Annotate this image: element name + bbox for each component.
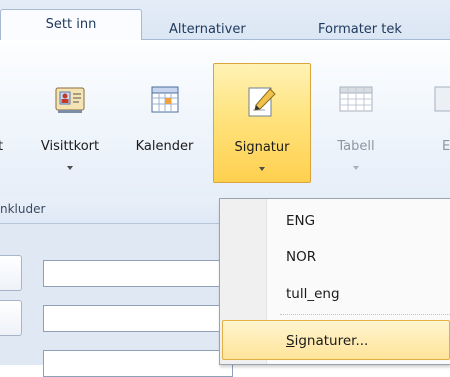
signatur-label: Signatur bbox=[234, 140, 290, 155]
group-label-inkluder: nkluder bbox=[0, 202, 46, 216]
menu-item-label: Signaturer... bbox=[286, 333, 368, 349]
menu-item-signaturer[interactable]: Signaturer... bbox=[222, 320, 450, 360]
picture-label: E bbox=[442, 139, 450, 154]
kalender-label: Kalender bbox=[135, 139, 194, 154]
table-icon bbox=[338, 84, 374, 118]
visittkort-label: Visittkort bbox=[40, 139, 100, 154]
business-card-icon bbox=[53, 84, 87, 118]
tabell-button[interactable]: Tabell bbox=[320, 63, 392, 183]
kalender-button[interactable]: Kalender bbox=[117, 63, 212, 183]
dropdown-arrow-icon bbox=[259, 167, 265, 171]
menu-item-label: tull_eng bbox=[286, 286, 340, 302]
menu-item-label-rest: ignaturer... bbox=[294, 333, 369, 349]
ribbon-button-label: t bbox=[0, 139, 4, 154]
visittkort-button[interactable]: Visittkort bbox=[24, 63, 116, 183]
signatur-button[interactable]: Signatur bbox=[213, 63, 311, 183]
menu-item-tull-eng[interactable]: tull_eng bbox=[220, 276, 450, 312]
menu-item-label: ENG bbox=[286, 213, 316, 229]
dropdown-arrow-icon bbox=[353, 166, 359, 170]
cc-field[interactable] bbox=[43, 305, 233, 332]
signature-icon bbox=[245, 85, 279, 123]
menu-item-eng[interactable]: ENG bbox=[220, 203, 450, 239]
menu-item-nor[interactable]: NOR bbox=[220, 239, 450, 275]
ribbon-tab-bar: Sett inn Alternativer Formater tek bbox=[0, 0, 450, 40]
calendar-icon bbox=[149, 84, 181, 118]
picture-icon bbox=[433, 84, 450, 118]
subject-field[interactable] bbox=[43, 350, 233, 377]
tab-formater-tekst[interactable]: Formater tek bbox=[318, 22, 402, 37]
cc-button[interactable] bbox=[0, 300, 22, 336]
tabell-label: Tabell bbox=[337, 139, 375, 154]
signature-dropdown-menu: ENG NOR tull_eng Signaturer... bbox=[219, 198, 450, 365]
menu-item-label: NOR bbox=[286, 249, 317, 265]
dropdown-arrow-icon bbox=[67, 166, 73, 170]
tab-sett-inn[interactable]: Sett inn bbox=[0, 9, 142, 40]
ribbon-button-partial[interactable]: t bbox=[0, 63, 22, 183]
tab-alternativer[interactable]: Alternativer bbox=[169, 22, 246, 37]
to-button[interactable] bbox=[0, 255, 22, 291]
picture-button[interactable]: E bbox=[428, 63, 450, 183]
to-field[interactable] bbox=[43, 260, 233, 287]
access-key: S bbox=[286, 333, 295, 349]
menu-separator bbox=[280, 314, 450, 315]
